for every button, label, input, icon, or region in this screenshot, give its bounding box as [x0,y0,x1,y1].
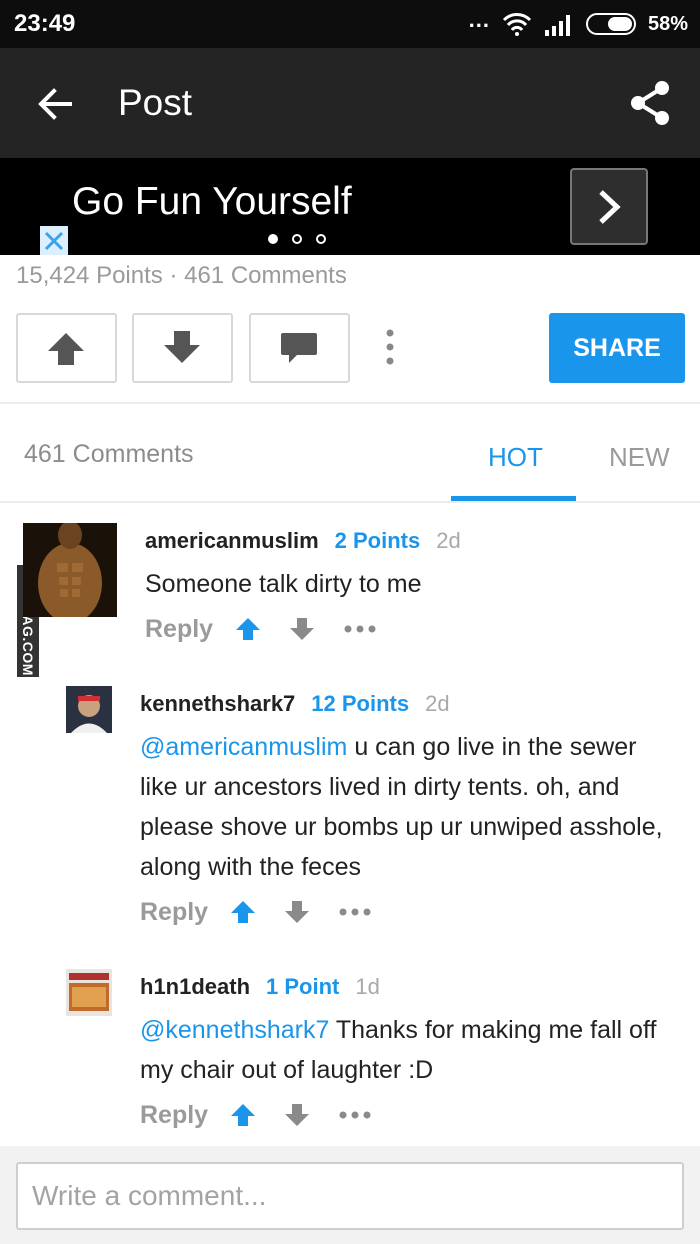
more-horiz-icon[interactable] [338,907,372,917]
post-stats: 15,424 Points · 461 Comments [16,262,347,289]
comment-actions: Reply [145,611,377,647]
app-bar: Post [0,48,700,158]
reply-button[interactable]: Reply [145,615,235,644]
battery-icon [585,13,636,35]
chevron-right-icon [599,190,621,224]
comment-actions: Reply [140,1097,372,1133]
status-time: 23:49 [14,10,76,37]
status-bar: 23:49 ... 58% [0,0,700,48]
pager-dot-active [268,234,278,244]
more-horiz-icon[interactable] [338,1110,372,1120]
avatar-image [23,523,117,617]
ad-close-button[interactable] [40,226,68,255]
avatar-image [66,686,112,733]
comment-username[interactable]: americanmuslim [145,528,319,554]
divider [0,501,700,503]
comment-meta: americanmuslim 2 Points 2d [145,528,461,554]
close-icon [44,231,64,251]
ad-banner[interactable]: Go Fun Yourself [0,158,700,255]
pager-dot [316,234,326,244]
downvote-icon[interactable] [284,1102,310,1128]
pager-dot [292,234,302,244]
comment-age: 2d [425,691,450,716]
comment-text: @kennethshark7 Thanks for making me fall… [140,1010,685,1090]
comment-username[interactable]: h1n1death [140,974,250,1000]
divider [0,402,700,404]
more-horiz-icon[interactable] [343,624,377,634]
comment-age: 2d [436,528,461,553]
tab-new[interactable]: NEW [609,442,670,473]
upvote-icon[interactable] [230,1102,256,1128]
comment-input[interactable] [16,1162,684,1230]
downvote-icon [164,331,200,363]
avatar[interactable] [66,969,112,1016]
downvote-icon[interactable] [284,899,310,925]
comment-points: 12 Points [311,691,410,716]
comment-text: Someone talk dirty to me [145,564,675,604]
upvote-icon[interactable] [230,899,256,925]
comment-text: @americanmuslim u can go live in the sew… [140,727,675,887]
page-title: Post [118,82,193,123]
comments-count: 461 Comments [24,440,194,468]
battery-fill [607,17,632,31]
comment-meta: h1n1death 1 Point 1d [140,974,380,1000]
comment-composer [0,1146,700,1244]
signal-icon [544,15,570,36]
ad-text: Go Fun Yourself [72,180,352,223]
comment-points: 1 Point [266,974,340,999]
comment-age: 1d [355,974,380,999]
downvote-button[interactable] [132,313,233,383]
notification-dots: ... [468,7,490,32]
comment-icon [281,333,317,363]
upvote-icon [48,333,84,365]
upvote-icon[interactable] [235,616,261,642]
comment-username[interactable]: kennethshark7 [140,691,295,717]
avatar-image [66,969,112,1016]
ad-pager [268,234,326,244]
share-button[interactable]: SHARE [549,313,685,383]
share-icon[interactable] [626,79,674,127]
back-arrow-icon[interactable] [30,79,80,129]
wifi-icon [502,13,532,36]
ad-next-button[interactable] [570,168,648,245]
comment-mention[interactable]: @americanmuslim [140,733,347,761]
comment-button[interactable] [249,313,350,383]
comment-actions: Reply [140,894,372,930]
comment-meta: kennethshark7 12 Points 2d [140,691,450,717]
comment-mention[interactable]: @kennethshark7 [140,1016,329,1044]
downvote-icon[interactable] [289,616,315,642]
avatar[interactable] [23,523,117,617]
reply-button[interactable]: Reply [140,1101,230,1130]
avatar[interactable] [66,686,112,733]
comment-points: 2 Points [334,528,421,553]
status-icons: ... 58% [468,7,688,38]
battery-percent: 58% [647,12,688,35]
comment-body: Someone talk dirty to me [145,570,422,598]
reply-button[interactable]: Reply [140,898,230,927]
more-vert-icon[interactable] [380,328,400,368]
upvote-button[interactable] [16,313,117,383]
tab-hot[interactable]: HOT [488,442,543,473]
